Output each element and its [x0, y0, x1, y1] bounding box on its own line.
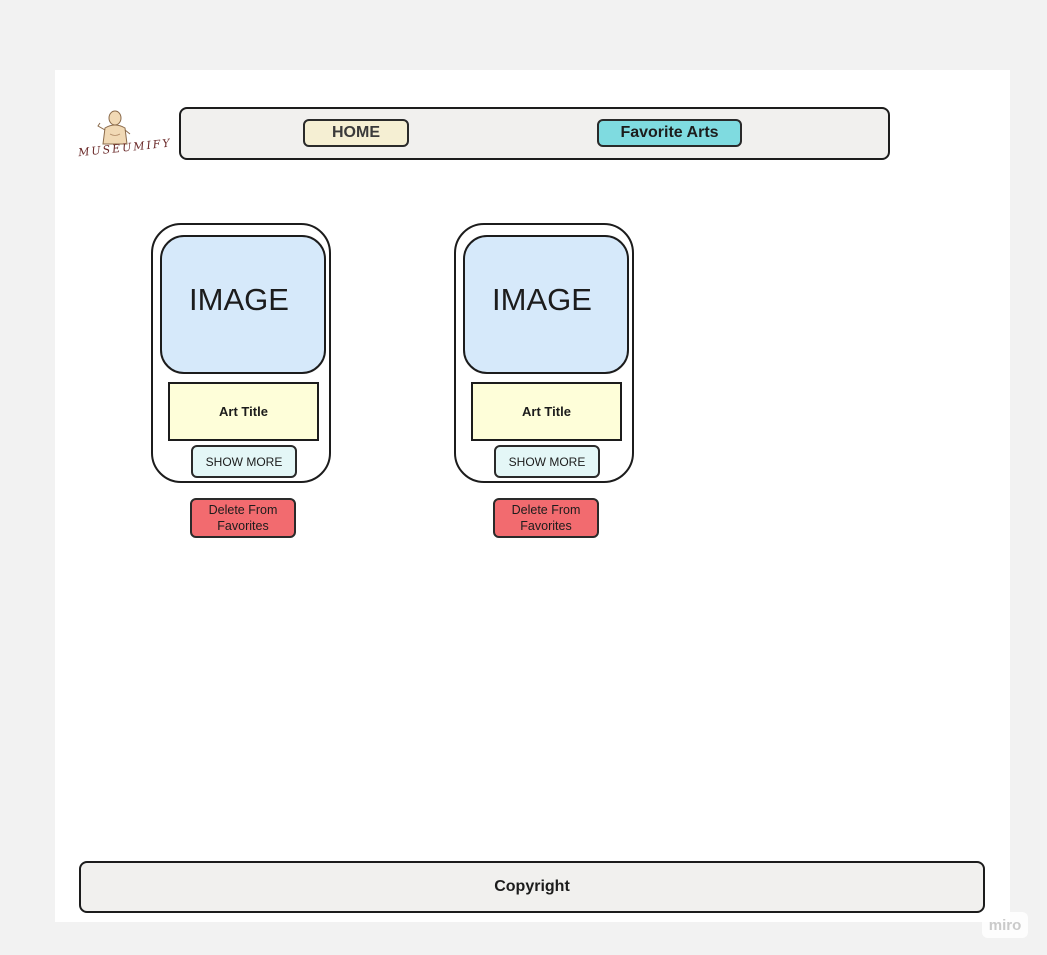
delete-from-favorites-button[interactable]: Delete From Favorites [190, 498, 296, 538]
art-card: IMAGE Art Title SHOW MORE [151, 223, 331, 483]
canvas-board [55, 70, 1010, 922]
show-more-button[interactable]: SHOW MORE [191, 445, 297, 478]
art-image-placeholder[interactable]: IMAGE [463, 235, 629, 374]
favorite-arts-button[interactable]: Favorite Arts [597, 119, 742, 147]
footer-copyright: Copyright [79, 861, 985, 913]
art-image-placeholder[interactable]: IMAGE [160, 235, 326, 374]
home-button[interactable]: HOME [303, 119, 409, 147]
show-more-button[interactable]: SHOW MORE [494, 445, 600, 478]
delete-from-favorites-button[interactable]: Delete From Favorites [493, 498, 599, 538]
art-title: Art Title [471, 382, 622, 441]
art-card: IMAGE Art Title SHOW MORE [454, 223, 634, 483]
art-title: Art Title [168, 382, 319, 441]
top-navbar: HOME Favorite Arts [179, 107, 890, 160]
miro-watermark: miro [982, 912, 1028, 938]
museumify-logo[interactable]: MUSEUMIFY [78, 104, 172, 166]
